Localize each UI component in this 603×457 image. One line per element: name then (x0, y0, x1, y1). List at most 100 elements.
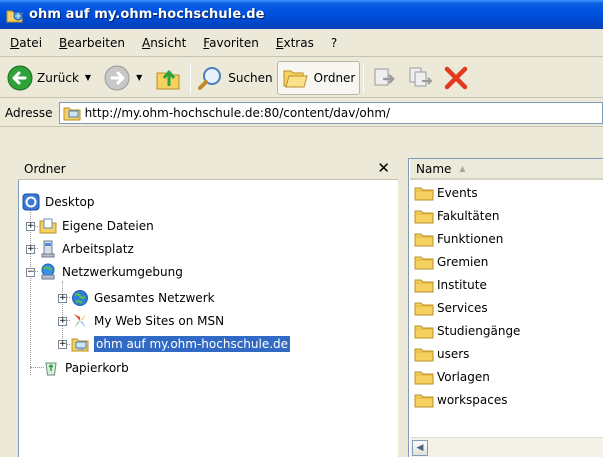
back-arrow-icon (7, 65, 33, 90)
move-to-button[interactable] (367, 61, 403, 95)
folder-icon (414, 394, 434, 408)
address-bar: Adresse http://my.ohm-hochschule.de:80/c… (0, 99, 603, 127)
tree-item-gesamtes-netzwerk[interactable]: + Gesamtes Netzwerk (58, 288, 215, 308)
list-item-label: Events (437, 186, 478, 200)
horizontal-scrollbar[interactable]: ◀ (410, 437, 603, 457)
column-name-label: Name (416, 161, 452, 176)
tree-item-netzwerkumgebung[interactable]: − Netzwerkumgebung (26, 262, 183, 282)
forward-arrow-icon (104, 65, 130, 90)
list-item-label: Gremien (437, 255, 489, 269)
list-item-label: Studiengänge (437, 324, 521, 338)
column-header-name[interactable]: Name ▲ (410, 159, 603, 180)
tree-item-papierkorb[interactable]: Papierkorb (42, 358, 129, 378)
folder-icon (414, 187, 434, 201)
menu-datei[interactable]: Datei (10, 36, 42, 50)
list-item-label: workspaces (437, 393, 508, 407)
forward-dropdown-icon[interactable]: ▼ (136, 73, 142, 82)
folder-pane-title: Ordner (24, 161, 66, 176)
my-documents-icon (39, 218, 57, 234)
list-item[interactable]: Gremien (414, 251, 488, 273)
folder-icon (414, 233, 434, 247)
entire-network-icon (72, 290, 88, 306)
close-pane-button[interactable]: ✕ (377, 159, 390, 177)
delete-button[interactable] (439, 61, 473, 95)
toolbar-separator (363, 62, 365, 93)
tree-item-label: Gesamtes Netzwerk (94, 291, 215, 305)
toolbar: Zurück ▼ ▼ Suchen Ordner (0, 58, 603, 98)
recycle-bin-icon (45, 362, 57, 376)
folders-icon (283, 70, 308, 87)
folders-button[interactable]: Ordner (276, 60, 361, 95)
tree-item-eigene-dateien[interactable]: + Eigene Dateien (26, 216, 154, 236)
title-bar[interactable]: ohm auf my.ohm-hochschule.de (0, 0, 603, 29)
search-label: Suchen (228, 70, 273, 85)
back-button[interactable]: Zurück ▼ (3, 61, 100, 95)
folder-pane-header: Ordner ✕ (18, 158, 398, 180)
tree-item-label: ohm auf my.ohm-hochschule.de (94, 336, 291, 352)
list-item[interactable]: Vorlagen (414, 366, 490, 388)
web-folder-icon (71, 338, 89, 352)
network-places-icon (41, 263, 55, 280)
pane-splitter[interactable] (398, 158, 408, 457)
folder-icon (414, 279, 434, 293)
expand-icon[interactable]: + (58, 316, 67, 326)
toolbar-separator (190, 62, 192, 93)
folder-tree: Desktop + Eigene Dateien + Arbeitsplatz … (18, 181, 398, 457)
list-item-label: Institute (437, 278, 487, 292)
list-item-label: Services (437, 301, 488, 315)
menu-ansicht[interactable]: Ansicht (142, 36, 186, 50)
list-item[interactable]: Fakultäten (414, 205, 499, 227)
list-item[interactable]: Institute (414, 274, 487, 296)
folder-icon (414, 256, 434, 270)
folder-icon (414, 371, 434, 385)
menu-bearbeiten[interactable]: Bearbeiten (59, 36, 125, 50)
my-computer-icon (41, 240, 55, 258)
desktop-icon (22, 193, 40, 211)
folder-icon (414, 302, 434, 316)
menu-extras[interactable]: Extras (276, 36, 314, 50)
tree-item-desktop[interactable]: Desktop (22, 192, 95, 212)
back-label: Zurück (37, 70, 79, 85)
folder-icon (414, 325, 434, 339)
list-item[interactable]: Events (414, 182, 478, 204)
web-folder-icon (6, 10, 23, 22)
web-folder-icon (63, 107, 81, 120)
list-item-label: Funktionen (437, 232, 504, 246)
tree-item-arbeitsplatz[interactable]: + Arbeitsplatz (26, 239, 134, 259)
folders-label: Ordner (313, 70, 356, 85)
list-item[interactable]: users (414, 343, 469, 365)
scroll-left-button[interactable]: ◀ (412, 440, 428, 456)
tree-item-msn[interactable]: + My Web Sites on MSN (58, 311, 224, 331)
list-item[interactable]: Services (414, 297, 488, 319)
expand-icon[interactable]: + (58, 293, 67, 303)
menu-help[interactable]: ? (331, 36, 337, 50)
expand-icon[interactable]: + (26, 244, 35, 254)
window-title: ohm auf my.ohm-hochschule.de (29, 7, 265, 22)
collapse-icon[interactable]: − (26, 267, 35, 277)
expand-icon[interactable]: + (26, 221, 35, 231)
forward-button[interactable]: ▼ (100, 61, 151, 95)
tree-item-label: My Web Sites on MSN (94, 314, 225, 328)
list-item-label: Vorlagen (437, 370, 490, 384)
tree-item-label: Arbeitsplatz (62, 242, 134, 256)
search-button[interactable]: Suchen (194, 61, 276, 95)
folder-icon (414, 210, 434, 224)
copy-to-button[interactable] (403, 61, 439, 95)
sort-ascending-icon: ▲ (459, 164, 466, 173)
up-button[interactable] (151, 61, 187, 95)
move-to-icon (374, 68, 396, 85)
search-icon (198, 66, 222, 90)
list-item-label: users (437, 347, 470, 361)
list-item-label: Fakultäten (437, 209, 500, 223)
tree-item-label: Eigene Dateien (62, 219, 154, 233)
list-item[interactable]: Funktionen (414, 228, 503, 250)
back-dropdown-icon[interactable]: ▼ (85, 73, 91, 82)
list-item[interactable]: workspaces (414, 389, 508, 411)
copy-to-icon (409, 67, 433, 86)
address-value: http://my.ohm-hochschule.de:80/content/d… (84, 105, 391, 120)
expand-icon[interactable]: + (58, 339, 67, 349)
tree-item-ohm[interactable]: + ohm auf my.ohm-hochschule.de (58, 334, 291, 354)
menu-favoriten[interactable]: Favoriten (203, 36, 259, 50)
address-input[interactable]: http://my.ohm-hochschule.de:80/content/d… (58, 101, 603, 124)
list-item[interactable]: Studiengänge (414, 320, 520, 342)
